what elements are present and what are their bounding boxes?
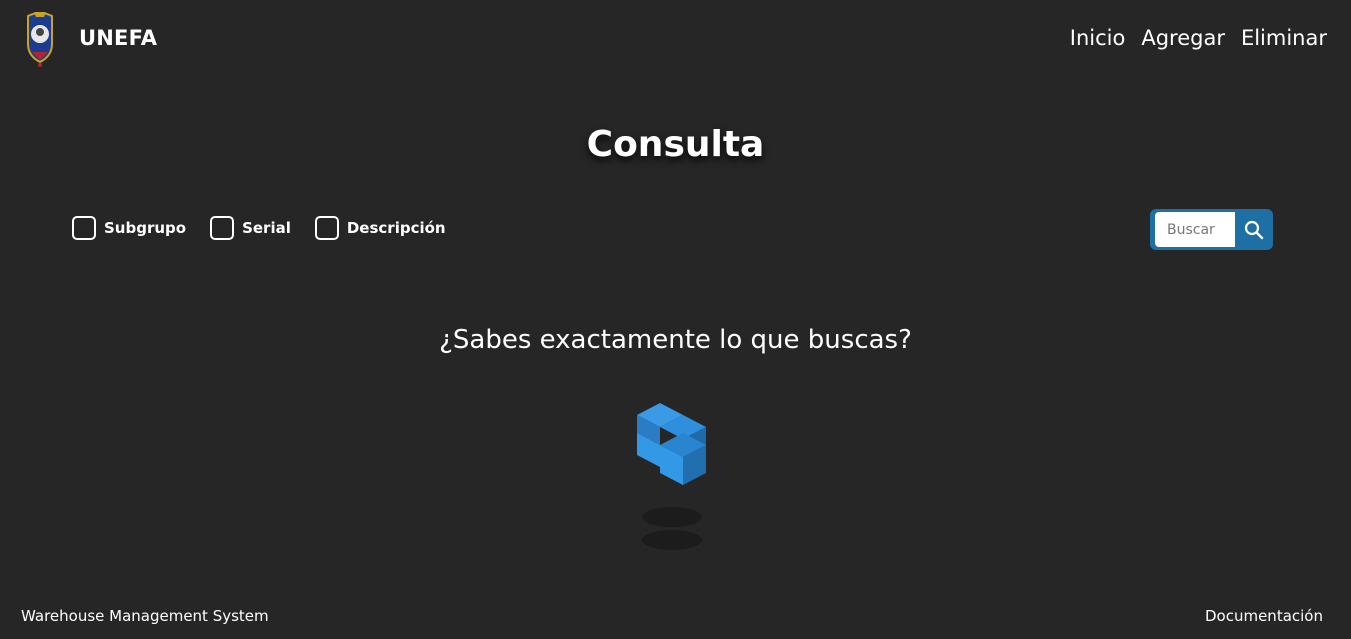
filter-serial[interactable]: Serial <box>210 216 291 240</box>
serial-checkbox[interactable] <box>210 216 235 240</box>
search-input[interactable] <box>1155 212 1235 247</box>
descripcion-label: Descripción <box>346 219 446 237</box>
cube-loader-icon <box>637 403 706 550</box>
filter-descripcion[interactable]: Descripción <box>314 216 446 240</box>
filter-subgrupo[interactable]: Subgrupo <box>72 216 186 240</box>
serial-label: Serial <box>242 219 291 237</box>
filter-group: Subgrupo Serial Descripción <box>72 216 446 240</box>
header: UNEFA Inicio Agregar Eliminar <box>0 0 1351 80</box>
main-nav: Inicio Agregar Eliminar <box>1070 26 1327 50</box>
nav-eliminar[interactable]: Eliminar <box>1241 26 1327 50</box>
nav-inicio[interactable]: Inicio <box>1070 26 1126 50</box>
footer-title: Warehouse Management System <box>21 607 269 625</box>
search-prompt: ¿Sabes exactamente lo que buscas? <box>439 325 912 355</box>
page-title: Consulta <box>586 124 765 165</box>
descripcion-checkbox[interactable] <box>314 216 339 240</box>
subgrupo-checkbox[interactable] <box>72 216 96 240</box>
search-box <box>1150 209 1273 250</box>
nav-agregar[interactable]: Agregar <box>1141 26 1225 50</box>
search-button[interactable] <box>1235 209 1273 250</box>
unefa-logo[interactable] <box>22 8 58 68</box>
subgrupo-label: Subgrupo <box>104 219 187 237</box>
documentation-link[interactable]: Documentación <box>1205 607 1323 625</box>
brand-title: UNEFA <box>79 26 158 50</box>
search-icon <box>1244 220 1264 239</box>
